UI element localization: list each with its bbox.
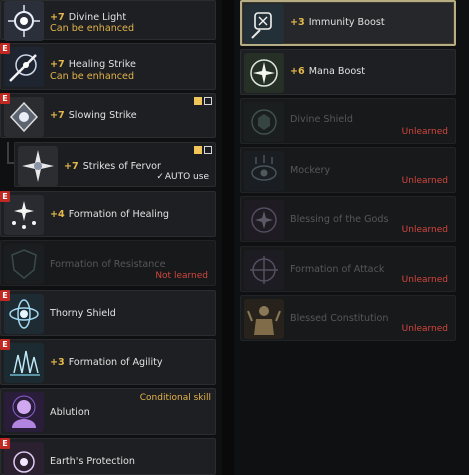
skill-card-divine-light[interactable]: +7 Divine Light Can be enhanced	[0, 0, 216, 41]
enhance-status: Can be enhanced	[50, 71, 135, 82]
skill-name: Blessed Constitution	[290, 313, 389, 324]
skill-name: Blessing of the Gods	[290, 214, 389, 225]
skill-name: +7 Slowing Strike	[50, 110, 137, 121]
skill-name: Formation of Resistance	[50, 259, 166, 270]
learn-status: Unlearned	[401, 275, 448, 285]
skill-card-mana-boost[interactable]: +6 Mana Boost	[240, 49, 456, 95]
learn-status: Not learned	[155, 271, 208, 281]
slot-filled-indicator	[194, 97, 202, 105]
skill-name: Ablution	[50, 407, 90, 418]
skill-card-healing-strike[interactable]: E +7 Healing Strike Can be enhanced	[0, 43, 216, 90]
skill-name: +7 Healing Strike	[50, 59, 136, 70]
learn-status: Unlearned	[401, 324, 448, 334]
slot-empty-indicator	[204, 97, 212, 105]
skill-name: +4 Formation of Healing	[50, 209, 169, 220]
thorny-shield-icon	[4, 294, 44, 334]
column-divider	[222, 0, 234, 475]
equipped-badge: E	[0, 438, 10, 449]
skill-name: +7 Strikes of Fervor	[64, 161, 161, 172]
strikes-of-fervor-icon	[18, 146, 58, 186]
divine-light-icon	[4, 1, 44, 41]
auto-use-toggle[interactable]: ✓AUTO use	[156, 172, 209, 182]
sub-skill-connector	[7, 142, 14, 164]
skill-card-formation-of-attack[interactable]: Formation of Attack Unlearned	[240, 246, 456, 292]
formation-of-healing-icon	[4, 195, 44, 235]
skill-card-blessed-constitution[interactable]: Blessed Constitution Unlearned	[240, 295, 456, 341]
formation-of-attack-icon	[244, 250, 284, 290]
skill-card-strikes-of-fervor[interactable]: +7 Strikes of Fervor ✓AUTO use	[14, 142, 216, 187]
skill-card-thorny-shield[interactable]: E Thorny Shield	[0, 290, 216, 336]
learn-status: Unlearned	[401, 225, 448, 235]
formation-of-agility-icon	[4, 343, 44, 383]
formation-of-resistance-icon	[4, 244, 44, 284]
skill-card-formation-of-healing[interactable]: E +4 Formation of Healing	[0, 191, 216, 237]
skill-name: Divine Shield	[290, 114, 353, 125]
equipped-badge: E	[0, 43, 10, 54]
immunity-boost-icon	[244, 4, 284, 44]
skill-slots[interactable]	[194, 97, 212, 105]
skill-name: +3 Immunity Boost	[290, 17, 385, 28]
skill-card-immunity-boost[interactable]: +3 Immunity Boost	[240, 0, 456, 46]
slot-empty-indicator	[204, 146, 212, 154]
slowing-strike-icon	[4, 97, 44, 137]
skill-card-formation-of-agility[interactable]: E +3 Formation of Agility	[0, 339, 216, 385]
learn-status: Unlearned	[401, 127, 448, 137]
earths-protection-icon	[4, 442, 44, 475]
skill-card-ablution[interactable]: Ablution Conditional skill	[0, 388, 216, 435]
equipped-badge: E	[0, 339, 10, 350]
skill-card-earths-protection[interactable]: E Earth's Protection	[0, 438, 216, 475]
blessing-of-the-gods-icon	[244, 200, 284, 240]
skill-card-blessing-of-the-gods[interactable]: Blessing of the Gods Unlearned	[240, 196, 456, 242]
skill-name: Formation of Attack	[290, 264, 385, 275]
ablution-icon	[4, 392, 44, 432]
skill-name: Mockery	[290, 165, 331, 176]
blessed-constitution-icon	[244, 299, 284, 339]
skill-card-mockery[interactable]: Mockery Unlearned	[240, 147, 456, 193]
mana-boost-icon	[244, 53, 284, 93]
skill-name: Earth's Protection	[50, 456, 135, 467]
checkmark-icon: ✓	[156, 172, 164, 182]
skill-card-divine-shield[interactable]: Divine Shield Unlearned	[240, 98, 456, 144]
learn-status: Unlearned	[401, 176, 448, 186]
mockery-icon	[244, 151, 284, 191]
slot-filled-indicator	[194, 146, 202, 154]
equipped-badge: E	[0, 191, 10, 202]
divine-shield-icon	[244, 102, 284, 142]
equipped-badge: E	[0, 290, 10, 301]
equipped-badge: E	[0, 93, 10, 104]
skill-card-slowing-strike[interactable]: E +7 Slowing Strike	[0, 93, 216, 138]
skill-name: Thorny Shield	[50, 308, 116, 319]
conditional-skill-tag: Conditional skill	[139, 393, 211, 403]
skill-name: +3 Formation of Agility	[50, 357, 163, 368]
skill-card-formation-of-resistance[interactable]: Formation of Resistance Not learned	[0, 240, 216, 286]
enhance-status: Can be enhanced	[50, 23, 135, 34]
skill-name: +6 Mana Boost	[290, 66, 365, 77]
healing-strike-icon	[4, 47, 44, 87]
skill-name: +7 Divine Light	[50, 12, 127, 23]
skill-slots[interactable]	[194, 146, 212, 154]
